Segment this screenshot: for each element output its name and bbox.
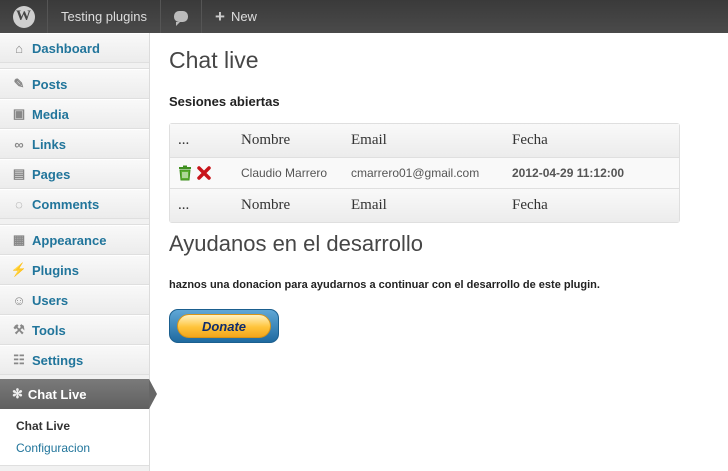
sidebar-item-dashboard[interactable]: ⌂ Dashboard — [0, 33, 149, 63]
column-header-fecha: Fecha — [504, 124, 679, 157]
table-row: Claudio Marrero cmarrero01@gmail.com 201… — [170, 157, 679, 189]
sidebar-item-label: Chat Live — [27, 386, 87, 402]
sidebar-item-chat-live[interactable]: ✻ Chat Live — [0, 379, 157, 409]
users-icon: ☺ — [12, 292, 26, 308]
sidebar-item-label: Comments — [32, 196, 100, 212]
admin-sidebar: ⌂ Dashboard ✎ Posts ▣ Media ∞ Links ▤ Pa… — [0, 33, 157, 471]
sessions-table: ... Nombre Email Fecha Claudio Marrero c… — [169, 123, 680, 223]
sidebar-item-tools[interactable]: ⚒ Tools — [0, 315, 149, 345]
wordpress-logo-button[interactable]: W — [0, 0, 48, 33]
donate-text: haznos una donacion para ayudarnos a con… — [169, 279, 600, 291]
appearance-icon: ▦ — [12, 232, 26, 247]
donate-heading: Ayudanos en el desarrollo — [169, 231, 423, 256]
submenu-item-configuracion[interactable]: Configuracion — [16, 437, 149, 459]
column-footer-email: Email — [343, 189, 504, 222]
column-footer-fecha: Fecha — [504, 189, 679, 222]
page-title: Chat live — [169, 47, 259, 73]
tools-icon: ⚒ — [13, 322, 25, 337]
sidebar-item-label: Media — [32, 106, 69, 122]
sidebar-item-comments[interactable]: ◌ Comments — [0, 189, 149, 219]
cell-email: cmarrero01@gmail.com — [343, 157, 504, 189]
delete-icon[interactable] — [196, 165, 212, 181]
new-content-button[interactable]: + New — [202, 0, 270, 33]
cell-nombre: Claudio Marrero — [233, 157, 343, 189]
sidebar-item-label: Posts — [32, 76, 68, 92]
sidebar-item-label: Appearance — [32, 232, 107, 248]
table-footer-row: ... Nombre Email Fecha — [170, 189, 679, 222]
sidebar-item-label: Pages — [32, 166, 71, 182]
home-icon: ⌂ — [15, 40, 23, 56]
main-content: Chat live Sesiones abiertas ... Nombre E… — [169, 33, 728, 343]
plus-icon: + — [215, 7, 225, 26]
sidebar-item-pages[interactable]: ▤ Pages — [0, 159, 149, 189]
comments-button[interactable] — [161, 0, 202, 33]
plug-icon: ⚡ — [10, 262, 28, 277]
sidebar-item-appearance[interactable]: ▦ Appearance — [0, 225, 149, 255]
submenu-item-chat-live[interactable]: Chat Live — [16, 415, 149, 437]
sidebar-item-label: Settings — [32, 352, 84, 368]
sidebar-item-label: Dashboard — [32, 40, 100, 56]
new-label: New — [230, 9, 257, 24]
link-icon: ∞ — [14, 136, 24, 152]
sidebar-item-media[interactable]: ▣ Media — [0, 99, 149, 129]
row-actions — [170, 157, 233, 189]
gear-icon: ✻ — [12, 386, 23, 401]
sidebar-item-label: Links — [32, 136, 66, 152]
wordpress-icon: W — [12, 5, 35, 28]
sidebar-item-label: Users — [32, 292, 69, 308]
cell-fecha: 2012-04-29 11:12:00 — [504, 157, 679, 189]
column-header-actions: ... — [170, 124, 233, 157]
settings-icon: ☷ — [13, 352, 25, 367]
page-icon: ▤ — [12, 166, 26, 181]
donate-button-label: Donate — [177, 314, 271, 338]
sidebar-item-users[interactable]: ☺ Users — [0, 285, 149, 315]
comment-icon: ◌ — [15, 196, 23, 212]
admin-bar: W Testing plugins + New — [0, 0, 728, 33]
sidebar-item-links[interactable]: ∞ Links — [0, 129, 149, 159]
sidebar-item-posts[interactable]: ✎ Posts — [0, 69, 149, 99]
trash-icon[interactable] — [178, 165, 192, 181]
column-header-nombre: Nombre — [233, 124, 343, 157]
chat-live-submenu: Chat Live Configuracion — [0, 409, 149, 466]
sidebar-item-label: Tools — [32, 322, 66, 338]
donate-button[interactable]: Donate — [169, 309, 279, 343]
sidebar-item-settings[interactable]: ☷ Settings — [0, 345, 149, 375]
comment-bubble-icon — [174, 11, 188, 26]
sidebar-item-label: Plugins — [32, 262, 79, 278]
table-header-row: ... Nombre Email Fecha — [170, 124, 679, 157]
column-footer-nombre: Nombre — [233, 189, 343, 222]
camera-icon: ▣ — [12, 106, 26, 121]
sidebar-item-plugins[interactable]: ⚡ Plugins — [0, 255, 149, 285]
site-name-link[interactable]: Testing plugins — [48, 0, 161, 33]
section-title: Sesiones abiertas — [169, 94, 280, 109]
pin-icon: ✎ — [13, 76, 25, 91]
column-header-email: Email — [343, 124, 504, 157]
column-footer-actions: ... — [170, 189, 233, 222]
